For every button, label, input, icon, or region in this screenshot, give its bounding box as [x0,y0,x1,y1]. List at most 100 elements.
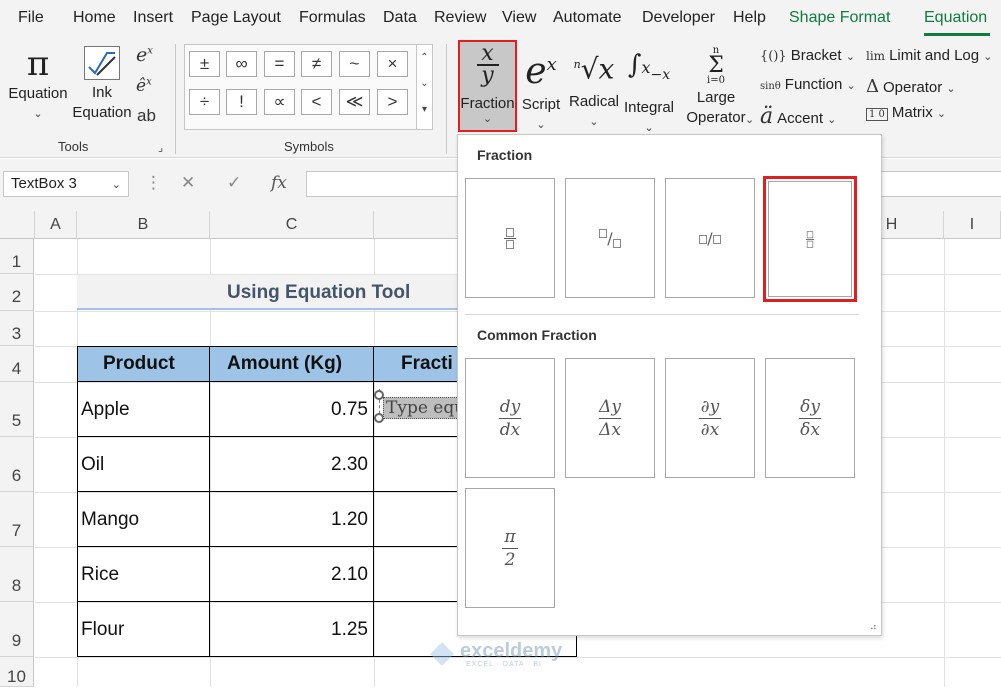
exponent-icon[interactable]: ex [136,44,153,66]
symbol-plus-minus[interactable]: ± [189,51,220,77]
row-header-5[interactable]: 5 [0,382,34,437]
common-fraction-partial[interactable]: ∂y ∂x [665,358,755,478]
function-icon: sinθ [760,81,781,92]
common-fraction-dy-dx[interactable]: dy dx [465,358,555,478]
row-header-10[interactable]: 10 [0,657,34,687]
accent-button[interactable]: ä Accent ⌄ [760,104,836,129]
amount-cell[interactable]: 2.30 [331,454,368,476]
symbol-times[interactable]: × [377,51,408,77]
large-operator-button[interactable]: n Σi=0 Large Operator [676,42,756,128]
row-header-1[interactable]: 1 [0,239,34,274]
radical-label: Radical [568,93,620,111]
equation-button[interactable]: π Equation ⌄ [6,44,70,124]
column-header-b[interactable]: B [77,211,210,239]
common-fraction-heading: Common Fraction [477,327,597,343]
symbol-proportional[interactable]: ∝ [264,89,295,115]
fraction-gallery-dropdown: Fraction / / Common Fraction dy dx Δy Δx ∂… [457,134,882,636]
symbol-greater-than[interactable]: > [377,89,408,115]
cancel-icon[interactable]: ✕ [181,173,195,193]
watermark: exceldemy EXCEL · DATA · BI [430,640,580,672]
tab-page-layout[interactable]: Page Layout [191,9,281,27]
tab-equation[interactable]: Equation [924,9,987,27]
amount-cell[interactable]: 0.75 [331,399,368,421]
fraction-label: Fraction [460,95,515,112]
symbol-equal[interactable]: = [264,51,295,77]
tab-formulas[interactable]: Formulas [299,9,366,27]
row-header-9[interactable]: 9 [0,602,34,657]
product-cell[interactable]: Oil [81,454,104,476]
chevron-down-icon: ⌄ [845,51,855,63]
column-header-i[interactable]: I [944,211,1001,239]
tab-help[interactable]: Help [733,9,766,27]
operator-button[interactable]: Δ Operator ⌄ [866,76,956,97]
tab-data[interactable]: Data [383,9,417,27]
row-header-6[interactable]: 6 [0,437,34,492]
row-header-7[interactable]: 7 [0,492,34,547]
script-label: Script [521,96,561,113]
more-options-icon: ⋮ [145,173,162,192]
common-fraction-delta[interactable]: Δy Δx [565,358,655,478]
row-header-3[interactable]: 3 [0,311,34,346]
row-header-8[interactable]: 8 [0,547,34,602]
tab-insert[interactable]: Insert [133,9,173,27]
name-box[interactable]: TextBox 3 ⌄ [3,171,129,197]
hat-icon[interactable]: êx [136,76,152,96]
script-button[interactable]: ex Script ⌄ [518,42,564,135]
tab-view[interactable]: View [502,9,536,27]
symbol-much-less-than[interactable]: ≪ [339,89,370,115]
tab-review[interactable]: Review [434,9,486,27]
bracket-button[interactable]: {()} Bracket ⌄ [760,47,855,64]
large-op-label-2: Operator [686,109,746,126]
product-cell[interactable]: Apple [81,399,130,421]
amount-cell[interactable]: 2.10 [331,564,368,586]
common-fraction-small-delta[interactable]: δy δx [765,358,855,478]
row-header-2[interactable]: 2 [0,274,34,311]
tab-shape-format[interactable]: Shape Format [789,9,890,27]
symbol-factorial[interactable]: ! [226,89,257,115]
tab-file[interactable]: File [18,9,44,27]
tab-developer[interactable]: Developer [642,9,715,27]
insert-function-icon[interactable]: fx [271,173,287,193]
numerator: Δy [599,396,621,417]
product-cell[interactable]: Flour [81,619,124,641]
matrix-button[interactable]: 1 0 Matrix ⌄ [866,104,946,121]
pi-icon: π [26,44,50,84]
row-header-4[interactable]: 4 [0,346,34,382]
gallery-scroll[interactable]: ⌃ ⌄ ▾ [416,44,433,130]
tab-automate[interactable]: Automate [553,9,621,27]
resize-grip-icon[interactable]: ⠴ [870,622,877,633]
amount-cell[interactable]: 1.20 [331,509,368,531]
symbol-tilde[interactable]: ~ [339,51,370,77]
product-cell[interactable]: Mango [81,509,139,531]
matrix-icon: 1 0 [866,108,888,121]
skewed-fraction-option[interactable]: / [565,178,655,298]
equation-placeholder[interactable]: Type equ [383,397,459,419]
tab-home[interactable]: Home [73,9,116,27]
column-header-c[interactable]: C [210,211,374,239]
radical-button[interactable]: n√x Radical ⌄ [566,42,622,132]
ink-equation-icon [84,46,120,80]
chevron-down-icon: ⌄ [536,119,546,131]
limit-log-button[interactable]: lim Limit and Log ⌄ [866,47,993,64]
symbol-divide[interactable]: ÷ [189,89,220,115]
select-all-corner[interactable] [0,211,35,239]
amount-cell[interactable]: 1.25 [331,619,368,641]
menu-bar: File Home Insert Page Layout Formulas Da… [0,0,1001,38]
linear-fraction-option[interactable]: / [665,178,755,298]
integral-button[interactable]: ∫x−x Integral ⌄ [622,42,676,138]
enter-icon[interactable]: ✓ [227,173,241,193]
dialog-launcher-icon[interactable]: ⌟ [158,141,163,154]
chevron-down-icon: ⌄ [827,114,837,126]
ink-equation-button[interactable]: Ink Equation [70,46,134,123]
column-header-a[interactable]: A [35,211,77,239]
symbol-infinity[interactable]: ∞ [226,51,257,77]
symbol-less-than[interactable]: < [301,89,332,115]
common-fraction-pi-over-2[interactable]: π2 [465,488,555,608]
symbol-not-equal[interactable]: ≠ [301,51,332,77]
function-button[interactable]: sinθ Function ⌄ [760,76,856,93]
small-fraction-option[interactable] [763,176,857,302]
stacked-fraction-option[interactable] [465,178,555,298]
ab-text-icon[interactable]: ab [137,106,156,126]
product-cell[interactable]: Rice [81,564,119,586]
fraction-button[interactable]: xy Fraction ⌄ [458,40,517,132]
